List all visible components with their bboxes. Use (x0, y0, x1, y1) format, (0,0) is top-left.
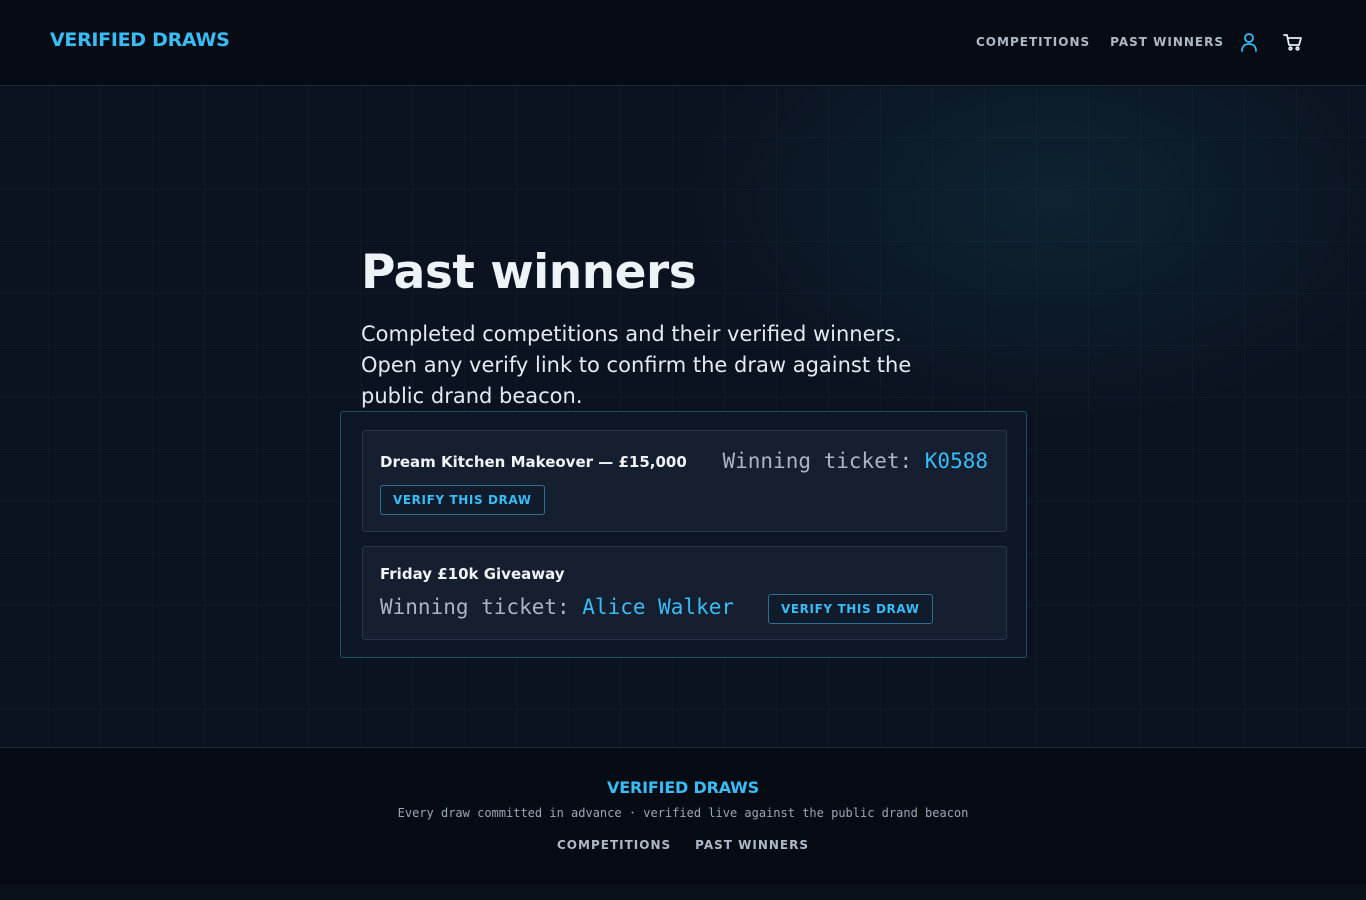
footer-brand[interactable]: VERIFIED DRAWS (0, 778, 1366, 797)
footer-nav: COMPETITIONS PAST WINNERS (0, 838, 1366, 852)
verify-draw-button[interactable]: VERIFY THIS DRAW (380, 485, 545, 515)
winning-ticket-label: Winning ticket: (722, 449, 925, 473)
footer-link-past-winners[interactable]: PAST WINNERS (695, 838, 809, 852)
main-content: Past winners Completed competitions and … (0, 87, 1366, 747)
winner-card: Friday £10k Giveaway Winning ticket: Ali… (362, 546, 1007, 640)
winner-card: Dream Kitchen Makeover — £15,000 Winning… (362, 430, 1007, 532)
nav-competitions[interactable]: COMPETITIONS (976, 35, 1090, 49)
footer-link-competitions[interactable]: COMPETITIONS (557, 838, 671, 852)
site-footer: VERIFIED DRAWS Every draw committed in a… (0, 747, 1366, 885)
competition-name: Dream Kitchen Makeover — £15,000 (380, 453, 687, 471)
brand-logo[interactable]: VERIFIED DRAWS (50, 29, 230, 51)
winning-ticket-value: Alice Walker (582, 595, 735, 619)
page-title: Past winners (361, 245, 697, 300)
page-intro: Completed competitions and their verifie… (361, 322, 912, 408)
winning-ticket: Winning ticket: K0588 (722, 449, 988, 473)
main-nav: COMPETITIONS PAST WINNERS (976, 30, 1304, 54)
winners-panel: Dream Kitchen Makeover — £15,000 Winning… (340, 411, 1027, 658)
bottom-strip (0, 885, 1366, 900)
site-header: VERIFIED DRAWS COMPETITIONS PAST WINNERS (0, 0, 1366, 86)
verify-draw-button[interactable]: VERIFY THIS DRAW (768, 594, 933, 624)
winning-ticket: Winning ticket: Alice Walker (380, 595, 734, 619)
footer-tagline: Every draw committed in advance · verifi… (397, 806, 969, 820)
cart-icon[interactable] (1282, 31, 1304, 53)
winning-ticket-label: Winning ticket: (380, 595, 583, 619)
winning-ticket-value: K0588 (924, 449, 988, 473)
nav-past-winners[interactable]: PAST WINNERS (1110, 35, 1224, 49)
user-icon[interactable] (1238, 31, 1260, 53)
competition-name: Friday £10k Giveaway (380, 565, 565, 583)
